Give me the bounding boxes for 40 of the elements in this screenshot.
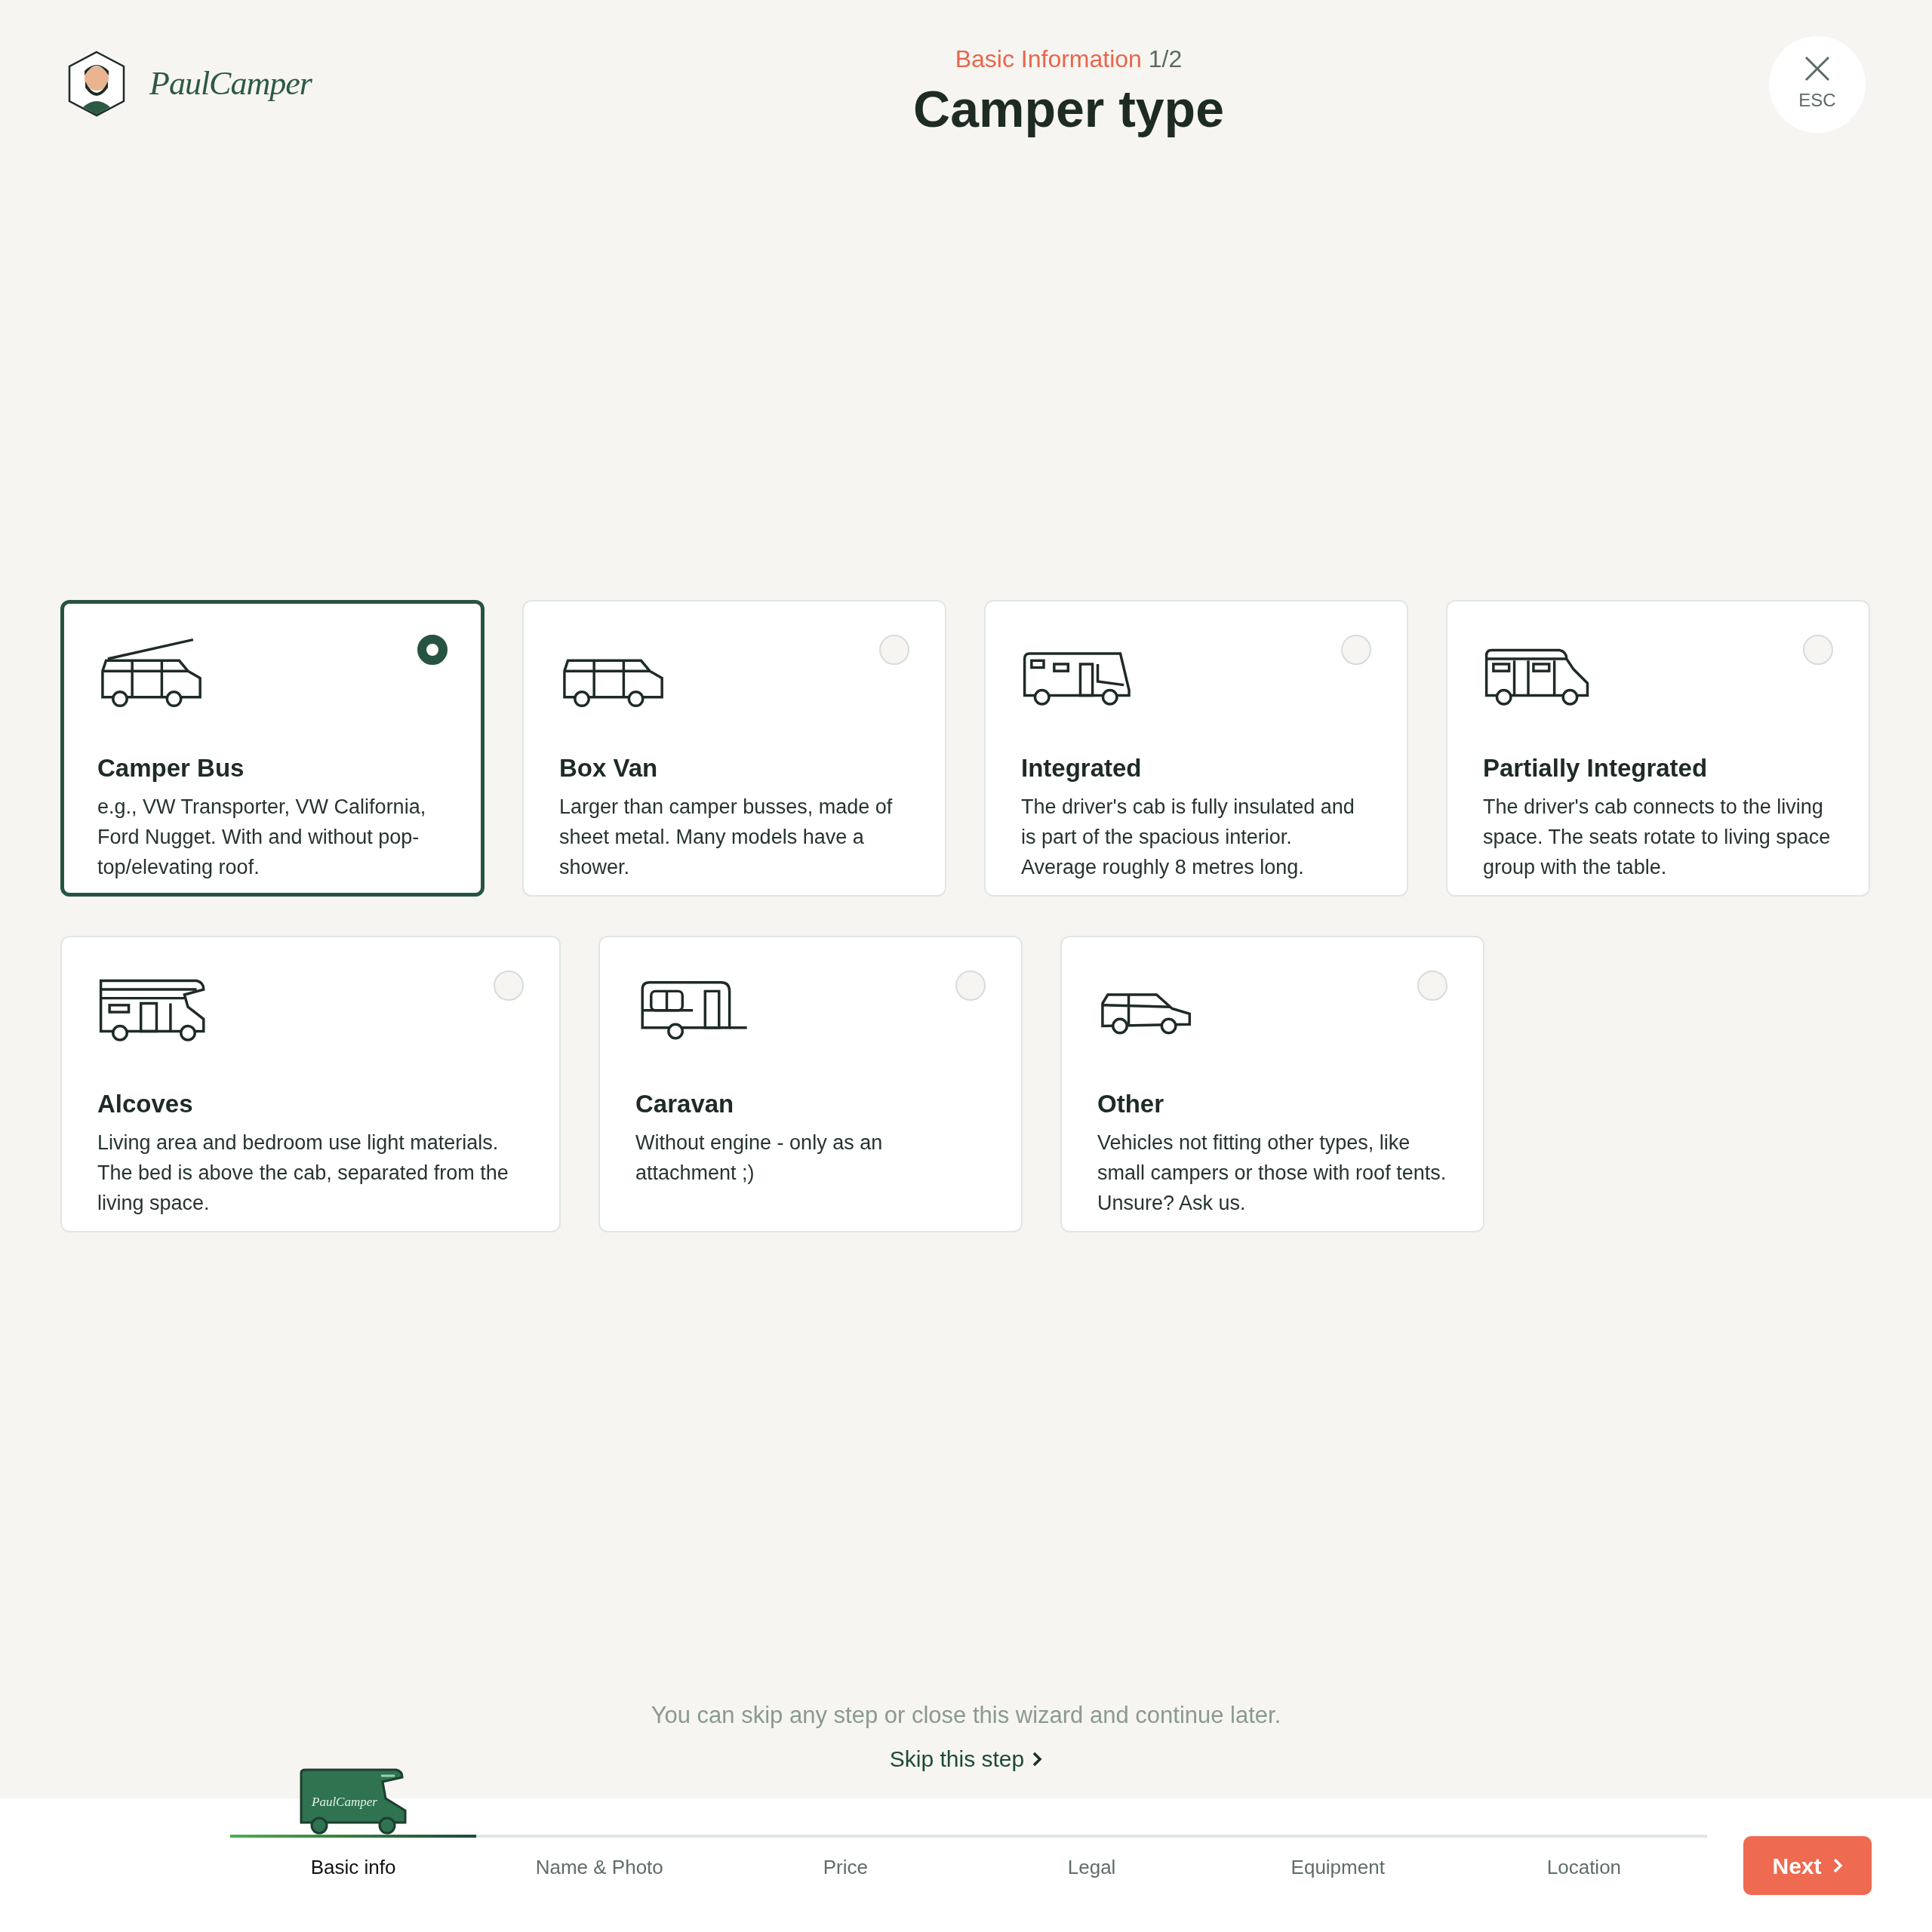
- card-title: Box Van: [559, 753, 659, 783]
- step-tab[interactable]: Name & Photo: [535, 1853, 663, 1882]
- skip-link[interactable]: Skip this step: [889, 1742, 1043, 1776]
- chevron-icon: [1832, 1857, 1843, 1874]
- card-description: Without engine - only as an attachment ;): [635, 1130, 884, 1186]
- page-title: Camper type: [913, 79, 1224, 139]
- card-title: Other: [1097, 1089, 1164, 1119]
- chevron-icon: [1032, 1750, 1043, 1767]
- card-title: Integrated: [1021, 753, 1143, 783]
- brand-logo: PaulCamper: [149, 64, 312, 103]
- card-description: e.g., VW Transporter, VW California, Ford Nugget. With and without pop-top/elevating roof.: [97, 794, 427, 880]
- step-tab[interactable]: Equipment: [1291, 1853, 1385, 1882]
- close-icon: [1804, 55, 1831, 82]
- camper-type-card[interactable]: Other Vehicles not fitting other types, like small campers or those with roof tents. Unsure? Ask us.: [1060, 936, 1484, 1232]
- hint-text: You can skip any step or close this wizard and continue later.: [651, 1700, 1281, 1730]
- card-description: Larger than camper busses, made of sheet metal. Many models have a shower.: [559, 794, 894, 880]
- camper-type-card[interactable]: Integrated The driver's cab is fully insulated and is part of the spacious interior. Average roughly 8 metres long.: [984, 600, 1408, 897]
- logo-icon: [66, 50, 127, 118]
- camper-type-card[interactable]: Camper Bus e.g., VW Transporter, VW California, Ford Nugget. With and without pop-top/elevating roof.: [60, 600, 485, 897]
- card-description: Living area and bedroom use light materials. The bed is above the cab, separated from the living space.: [97, 1130, 509, 1216]
- card-title: Camper Bus: [97, 753, 245, 783]
- step-count: 1/2: [1148, 45, 1183, 72]
- camper-type-card[interactable]: Partially Integrated The driver's cab connects to the living space. The seats rotate to living space group with the table.: [1446, 600, 1870, 897]
- step-tab[interactable]: Legal: [1067, 1853, 1116, 1882]
- van-label: PaulCamper: [312, 1795, 377, 1809]
- card-title: Caravan: [635, 1089, 735, 1119]
- card-description: The driver's cab is fully insulated and is part of the spacious interior. Average roughly 8 metres long.: [1021, 794, 1355, 880]
- section-label: Basic Information: [955, 45, 1142, 72]
- card-title: Partially Integrated: [1483, 753, 1709, 783]
- camper-type-card[interactable]: Alcoves Living area and bedroom use light materials. The bed is above the cab, separated from the living space.: [60, 936, 561, 1232]
- camper-type-card[interactable]: Box Van Larger than camper busses, made of sheet metal. Many models have a shower.: [522, 600, 946, 897]
- card-description: Vehicles not fitting other types, like small campers or those with roof tents. Unsure? Ask us.: [1097, 1130, 1447, 1216]
- card-title: Alcoves: [97, 1089, 194, 1119]
- camper-type-card[interactable]: Caravan Without engine - only as an attachment ;): [598, 936, 1023, 1232]
- step-tab[interactable]: Basic info: [310, 1853, 396, 1882]
- step-tab[interactable]: Location: [1546, 1853, 1622, 1882]
- close-button[interactable]: ESC: [1769, 36, 1866, 133]
- step-tab[interactable]: Price: [823, 1853, 869, 1882]
- card-description: The driver's cab connects to the living space. The seats rotate to living space group with the table.: [1483, 794, 1832, 880]
- radio-button[interactable]: [417, 635, 448, 665]
